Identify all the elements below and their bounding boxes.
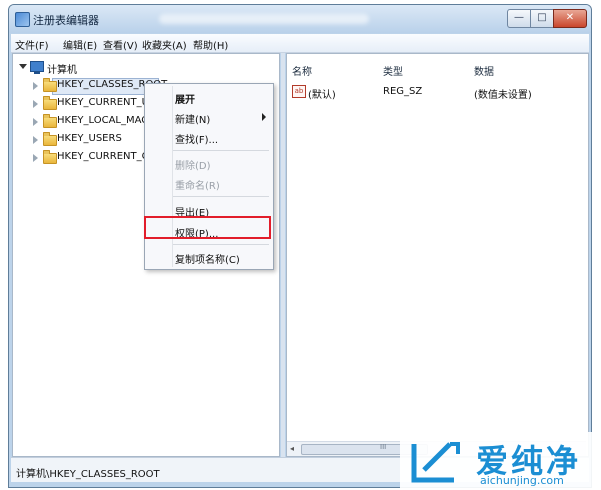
column-header-type[interactable]: 类型 [383, 63, 403, 78]
menu-item-label: 重命名(R) [175, 181, 220, 192]
tree-node-hku[interactable]: HKEY_USERS [33, 132, 155, 148]
folder-icon [43, 78, 57, 92]
context-menu-find[interactable]: 查找(F)... [147, 127, 271, 147]
menu-favorites[interactable]: 收藏夹(A) [142, 37, 187, 52]
menu-separator [173, 150, 269, 151]
column-header-name[interactable]: 名称 [292, 63, 312, 78]
watermark-url: aichunjing.com [480, 474, 564, 487]
menu-bar: 文件(F) 编辑(E) 查看(V) 收藏夹(A) 帮助(H) [11, 34, 589, 53]
folder-icon [43, 96, 57, 110]
tree-node-label: HKEY_LOCAL_MACHINE [57, 115, 155, 126]
context-menu-copy-key-name[interactable]: 复制项名称(C) [147, 247, 271, 267]
menu-help[interactable]: 帮助(H) [193, 37, 228, 52]
registry-editor-window: 注册表编辑器 — □ ✕ 文件(F) 编辑(E) 查看(V) 收藏夹(A) 帮助… [8, 4, 592, 488]
folder-icon [43, 114, 57, 128]
menu-item-label: 删除(D) [175, 161, 211, 172]
menu-file[interactable]: 文件(F) [15, 37, 49, 52]
aichunjing-logo-icon [411, 442, 460, 483]
watermark: 爱纯净 aichunjing.com [400, 432, 601, 490]
collapse-arrow-icon[interactable] [19, 64, 27, 69]
status-path: 计算机\HKEY_CLASSES_ROOT [16, 469, 160, 480]
tree-node-label: HKEY_CURRENT_CONFIG [57, 151, 155, 162]
window-title: 注册表编辑器 [33, 14, 99, 27]
tree-node-hklm[interactable]: HKEY_LOCAL_MACHINE [33, 114, 155, 130]
scroll-left-arrow-icon[interactable]: ◂ [290, 444, 294, 453]
folder-icon [43, 132, 57, 146]
tree-node-label: 计算机 [47, 65, 77, 76]
tree-node-label: HKEY_USERS [57, 133, 122, 144]
values-list-pane[interactable]: 名称 类型 数据 ab (默认) REG_SZ (数值未设置) [286, 53, 589, 457]
context-menu-rename: 重命名(R) [147, 173, 271, 193]
expand-arrow-icon[interactable] [33, 82, 38, 90]
table-row[interactable]: ab (默认) REG_SZ (数值未设置) [292, 85, 582, 101]
computer-icon [30, 61, 44, 74]
menu-item-label: 展开 [175, 95, 195, 106]
pane-splitter[interactable] [281, 53, 285, 457]
menu-edit[interactable]: 编辑(E) [63, 37, 97, 52]
value-name: (默认) [308, 90, 336, 101]
blurred-address-overlay [159, 14, 369, 24]
expand-arrow-icon[interactable] [33, 100, 38, 108]
close-button[interactable]: ✕ [553, 9, 587, 28]
column-header-data[interactable]: 数据 [474, 63, 494, 78]
context-menu-new[interactable]: 新建(N) [147, 107, 271, 127]
context-menu-delete: 删除(D) [147, 153, 271, 173]
submenu-arrow-icon [262, 113, 266, 121]
expand-arrow-icon[interactable] [33, 136, 38, 144]
tree-node-computer[interactable]: 计算机 [19, 60, 139, 76]
context-menu: 展开 新建(N) 查找(F)... 删除(D) 重命名(R) 导出(E) 权限(… [144, 83, 274, 270]
menu-item-label: 新建(N) [175, 115, 211, 126]
value-type: REG_SZ [383, 86, 423, 97]
tree-node-label: HKEY_CURRENT_USER [57, 97, 155, 108]
menu-view[interactable]: 查看(V) [103, 37, 138, 52]
tree-node-hkcu[interactable]: HKEY_CURRENT_USER [33, 96, 155, 112]
menu-separator [173, 196, 269, 197]
menu-separator [173, 244, 269, 245]
permissions-highlight-box [144, 216, 271, 239]
regedit-app-icon [15, 12, 30, 27]
expand-arrow-icon[interactable] [33, 154, 38, 162]
context-menu-expand[interactable]: 展开 [147, 87, 271, 107]
expand-arrow-icon[interactable] [33, 118, 38, 126]
folder-icon [43, 150, 57, 164]
menu-item-label: 复制项名称(C) [175, 255, 240, 266]
title-bar[interactable]: 注册表编辑器 — □ ✕ [9, 5, 591, 33]
value-data: (数值未设置) [474, 90, 532, 101]
scroll-grip-icon: III [380, 443, 387, 451]
tree-node-hkcc[interactable]: HKEY_CURRENT_CONFIG [33, 150, 155, 166]
minimize-button[interactable]: — [507, 9, 531, 28]
string-value-icon: ab [292, 85, 306, 98]
maximize-button[interactable]: □ [530, 9, 554, 28]
menu-item-label: 查找(F)... [175, 135, 219, 146]
